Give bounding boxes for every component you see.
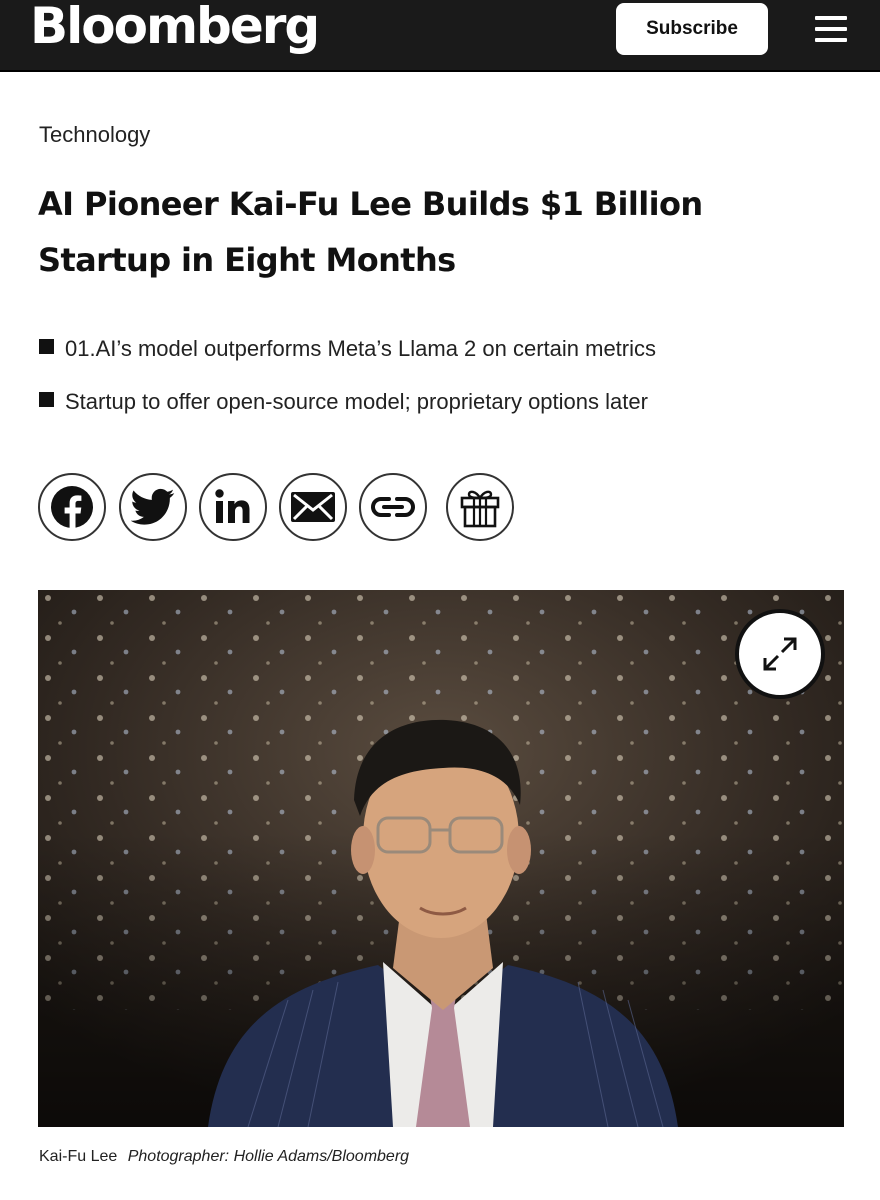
photo-credit: Photographer: Hollie Adams/Bloomberg xyxy=(127,1148,410,1165)
summary-bullets: 01.AI’s model outperforms Meta’s Llama 2… xyxy=(39,334,656,440)
summary-bullet: 01.AI’s model outperforms Meta’s Llama 2… xyxy=(39,334,656,387)
expand-icon[interactable] xyxy=(735,609,825,699)
subscribe-button[interactable]: Subscribe xyxy=(616,3,768,55)
bullet-square-icon xyxy=(39,339,54,354)
facebook-icon[interactable] xyxy=(38,473,106,541)
summary-bullet-text: 01.AI’s model outperforms Meta’s Llama 2… xyxy=(65,336,657,361)
twitter-icon[interactable] xyxy=(119,473,187,541)
gift-icon[interactable] xyxy=(446,473,514,541)
lead-photo[interactable] xyxy=(38,590,844,1127)
bullet-square-icon xyxy=(39,392,54,407)
email-icon[interactable] xyxy=(279,473,347,541)
linkedin-icon[interactable] xyxy=(199,473,267,541)
top-nav-bar: Bloomberg Subscribe xyxy=(0,0,880,72)
photo-caption: Kai-Fu Lee Photographer: Hollie Adams/Bl… xyxy=(39,1148,409,1166)
section-label[interactable]: Technology xyxy=(39,122,150,148)
bloomberg-logo[interactable]: Bloomberg xyxy=(30,0,320,56)
caption-subject: Kai-Fu Lee xyxy=(39,1148,118,1165)
article-headline: AI Pioneer Kai-Fu Lee Builds $1 Billion … xyxy=(38,185,703,279)
hamburger-menu-icon[interactable] xyxy=(815,14,849,44)
link-icon[interactable] xyxy=(359,473,427,541)
summary-bullet-text: Startup to offer open-source model; prop… xyxy=(65,389,648,414)
summary-bullet: Startup to offer open-source model; prop… xyxy=(39,387,656,440)
